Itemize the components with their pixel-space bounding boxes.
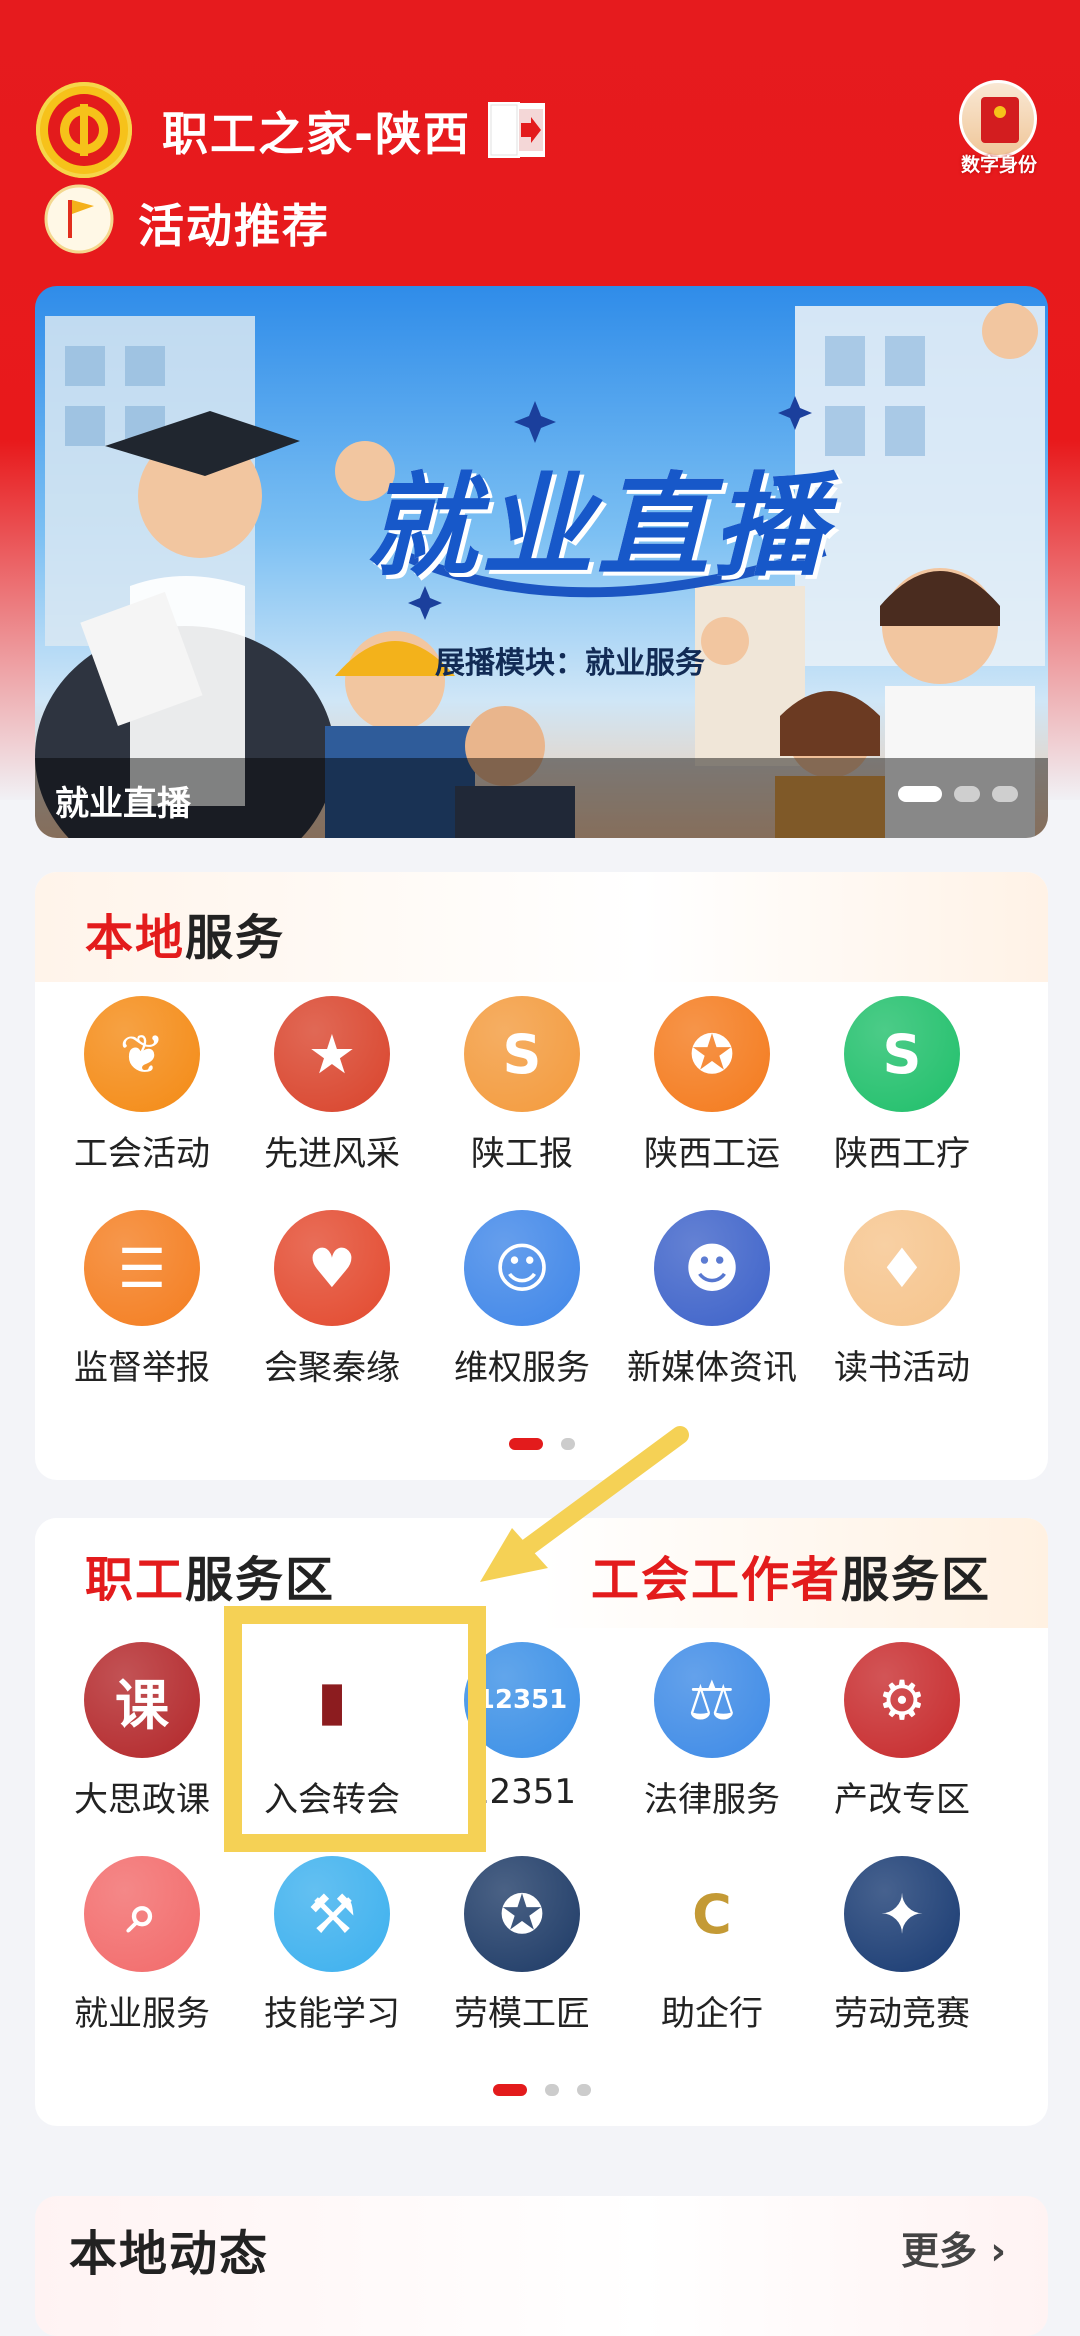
service-item[interactable]: ☻ 新媒体资讯 (617, 1210, 807, 1389)
service-label: 就业服务 (74, 1994, 210, 2034)
skill-learning-icon: ⚒ (274, 1856, 390, 1972)
service-item[interactable]: ✪ 劳模工匠 (427, 1856, 617, 2035)
service-item[interactable]: C 助企行 (617, 1856, 807, 2035)
activity-recommend-title: 活动推荐 (138, 199, 330, 253)
service-label: 陕西工疗 (834, 1134, 970, 1174)
service-label: 读书活动 (834, 1348, 970, 1388)
service-label: 陕西工运 (644, 1134, 780, 1174)
chevron-right-icon: › (990, 2229, 1006, 2273)
service-label: 陕工报 (471, 1134, 573, 1174)
local-news-card: 本地动态 更多 › (35, 2196, 1048, 2336)
id-book-icon (959, 80, 1037, 158)
service-item[interactable]: ❦ 工会活动 (47, 996, 237, 1175)
job-search-icon: ⌕ (84, 1856, 200, 1972)
local-services-card: 本地服务 ❦ 工会活动 ★ 先进风采 S 陕工报 ✪ 陕西工运 S 陕西工疗 ☰ 监督举报 ♥ 会聚秦缘 ☺… (35, 872, 1048, 1480)
local-services-pager (35, 1438, 1048, 1450)
service-item[interactable]: ⌕ 就业服务 (47, 1856, 237, 2035)
service-label: 劳动竞赛 (834, 1994, 970, 2034)
service-item[interactable]: ✦ 劳动竞赛 (807, 1856, 997, 2035)
title-highlight: 本地 (85, 910, 186, 966)
title-rest: 服务 (185, 910, 286, 966)
rights-protection-icon: ☺ (464, 1210, 580, 1326)
reading-icon: ♦ (844, 1210, 960, 1326)
banner-carousel[interactable]: 就业直播 展播模块：就业服务 就业直播 (35, 286, 1048, 838)
local-news-title: 本地动态 (69, 2226, 270, 2282)
banner-caption-bar: 就业直播 (35, 758, 1048, 838)
local-services-title: 本地服务 (85, 898, 285, 968)
service-label: 法律服务 (644, 1780, 780, 1820)
ideology-class-icon: 课 (84, 1642, 200, 1758)
medal-icon: ✪ (654, 996, 770, 1112)
annotation-highlight-box (224, 1606, 486, 1852)
title-highlight: 职工 (85, 1552, 186, 1608)
pager-dot (576, 2084, 591, 2096)
service-label: 产改专区 (834, 1780, 970, 1820)
service-label: 会聚秦缘 (264, 1348, 400, 1388)
pager-dot (544, 2084, 559, 2096)
banner-subtitle: 展播模块：就业服务 (435, 646, 705, 681)
pager-dot (560, 1438, 575, 1450)
industry-reform-icon: ⚙ (844, 1642, 960, 1758)
newspaper-logo-icon: S (464, 996, 580, 1112)
service-item[interactable]: ♦ 读书活动 (807, 1210, 997, 1389)
service-label: 劳模工匠 (454, 1994, 590, 2034)
service-label: 技能学习 (264, 1994, 400, 2034)
advanced-worker-icon: ★ (274, 996, 390, 1112)
pager-dot (508, 1438, 543, 1450)
staff-services-pager (35, 2084, 1048, 2096)
enterprise-aid-icon: C (654, 1856, 770, 1972)
service-item[interactable]: ♥ 会聚秦缘 (237, 1210, 427, 1389)
union-worker-services-title[interactable]: 工会工作者服务区 (591, 1540, 991, 1610)
service-item[interactable]: ★ 先进风采 (237, 996, 427, 1175)
service-label: 新媒体资讯 (627, 1348, 797, 1388)
couple-icon: ♥ (274, 1210, 390, 1326)
service-item[interactable]: ☺ 维权服务 (427, 1210, 617, 1389)
banner-dot (992, 786, 1018, 802)
pager-dot (492, 2084, 527, 2096)
title-highlight: 工会工作者 (591, 1552, 842, 1608)
balloons-icon: ❦ (84, 996, 200, 1112)
service-item[interactable]: ✪ 陕西工运 (617, 996, 807, 1175)
title-rest: 服务区 (841, 1552, 992, 1608)
sanatorium-icon: S (844, 996, 960, 1112)
service-item[interactable]: ⚖ 法律服务 (617, 1642, 807, 1821)
more-link[interactable]: 更多 › (901, 2220, 1006, 2275)
staff-services-title[interactable]: 职工服务区 (85, 1540, 335, 1610)
banner-page-dots (898, 786, 1018, 802)
report-document-icon: ☰ (84, 1210, 200, 1326)
news-person-icon: ☻ (654, 1210, 770, 1326)
switch-region-icon[interactable] (487, 101, 547, 159)
service-label: 先进风采 (264, 1134, 400, 1174)
app-title: 职工之家-陕西 (162, 107, 472, 161)
title-rest: 服务区 (185, 1552, 336, 1608)
flag-icon (44, 184, 114, 254)
service-item[interactable]: S 陕工报 (427, 996, 617, 1175)
digital-id-button[interactable]: 数字身份 (955, 80, 1041, 180)
staff-services-card: 职工服务区 工会工作者服务区 课大思政课 ▮ 入会转会 12351 12351 ⚖ 法律服务… (35, 1518, 1048, 2126)
service-label: 维权服务 (454, 1348, 590, 1388)
service-item[interactable]: ⚙ 产改专区 (807, 1642, 997, 1821)
banner-dot (954, 786, 980, 802)
labor-contest-icon: ✦ (844, 1856, 960, 1972)
service-label: 监督举报 (74, 1348, 210, 1388)
service-label: 助企行 (661, 1994, 763, 2034)
service-item[interactable]: ☰ 监督举报 (47, 1210, 237, 1389)
service-item[interactable]: 课大思政课 (47, 1642, 237, 1821)
banner-dot (898, 786, 942, 802)
banner-headline: 就业直播 (365, 461, 829, 592)
service-item[interactable]: S 陕西工疗 (807, 996, 997, 1175)
digital-id-label: 数字身份 (960, 154, 1037, 176)
more-label: 更多 (901, 2229, 978, 2273)
banner-caption: 就业直播 (55, 784, 191, 824)
service-item[interactable]: ⚒ 技能学习 (237, 1856, 427, 2035)
service-label: 工会活动 (74, 1134, 210, 1174)
service-label: 大思政课 (74, 1780, 210, 1820)
union-logo-icon (36, 82, 132, 178)
scales-icon: ⚖ (654, 1642, 770, 1758)
model-worker-medal-icon: ✪ (464, 1856, 580, 1972)
